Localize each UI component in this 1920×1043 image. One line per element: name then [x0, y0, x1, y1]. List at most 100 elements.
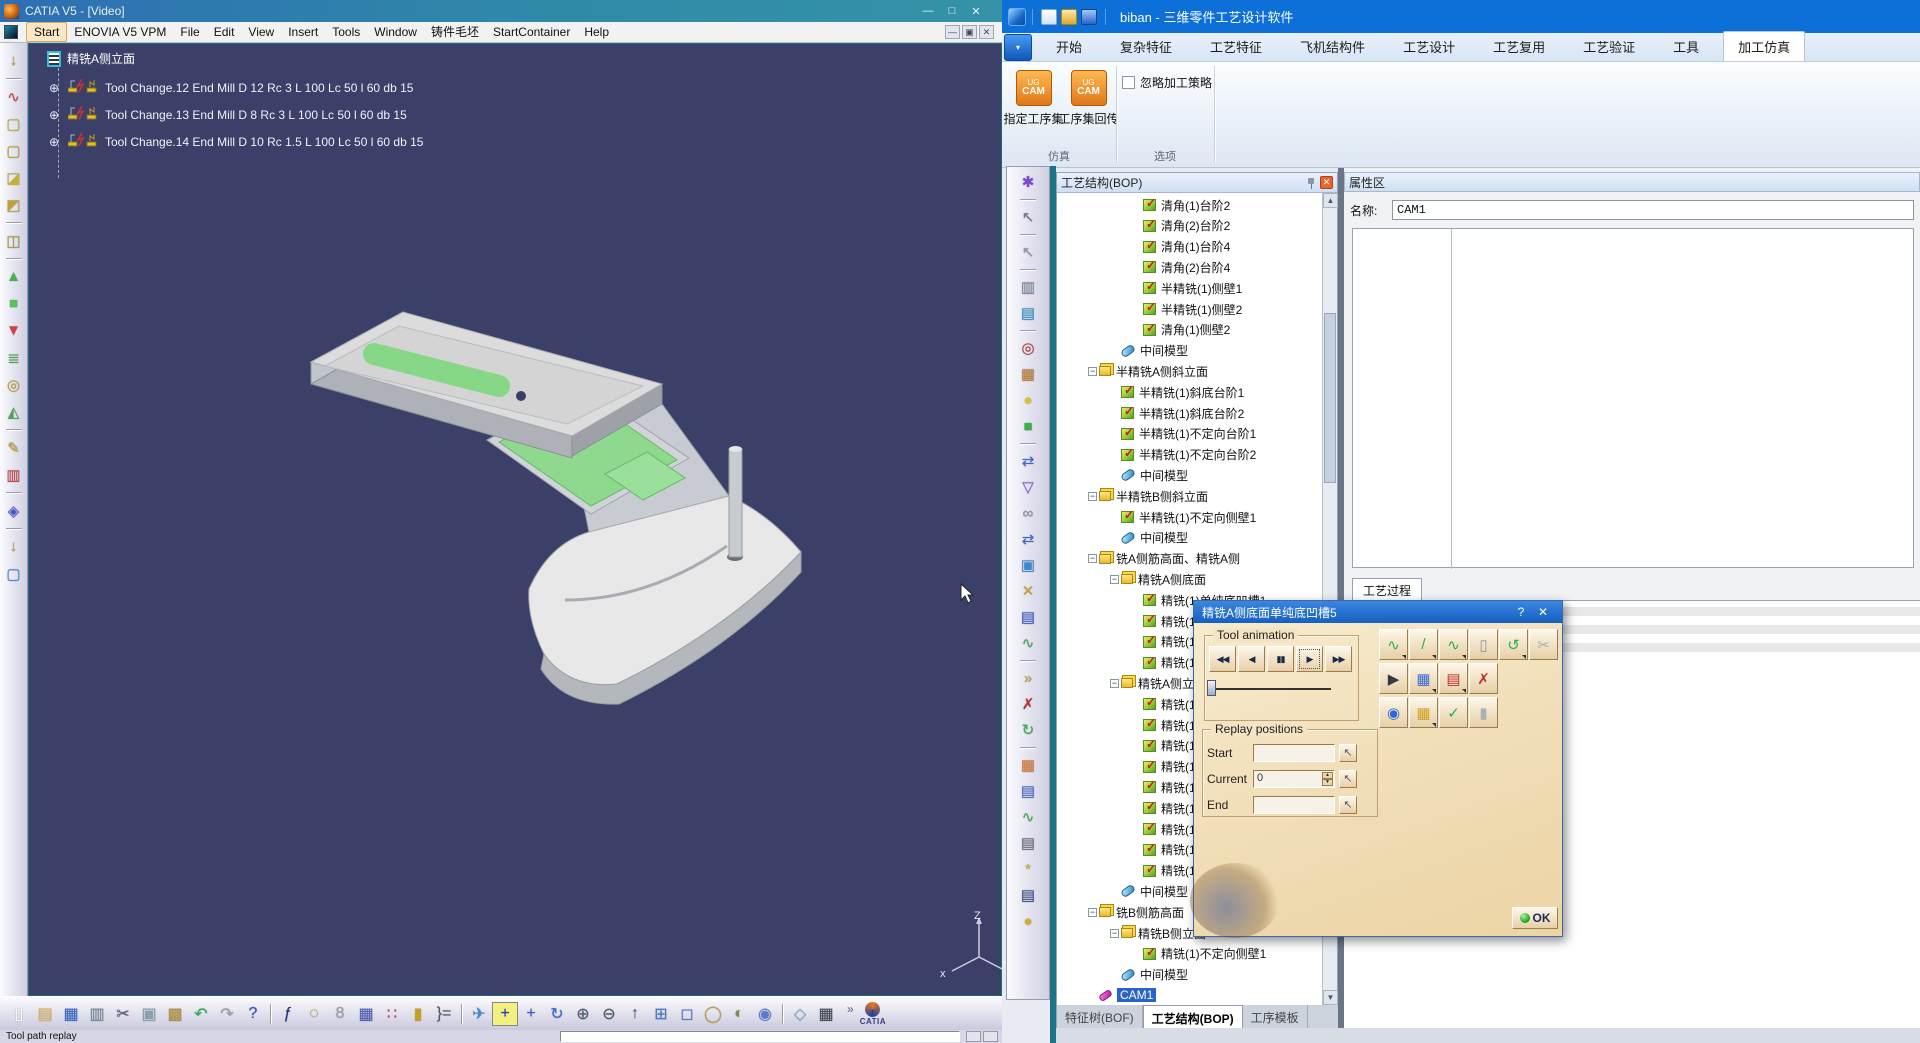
profile-contouring-icon[interactable]: ◩: [3, 191, 25, 218]
animation-slider-track[interactable]: [1211, 688, 1331, 690]
iso-view-icon[interactable]: ◻: [674, 1002, 700, 1026]
design-table-icon[interactable]: ▦: [353, 1002, 379, 1026]
ribbon-tab-2[interactable]: 复杂特征: [1106, 32, 1186, 61]
checkbox-box[interactable]: [1122, 76, 1135, 89]
pillar-machining-icon[interactable]: ▥: [3, 461, 25, 488]
menu-item-8[interactable]: Window: [367, 23, 424, 41]
normal-view-icon[interactable]: ↑: [622, 1002, 648, 1026]
ribbon-tab-1[interactable]: 开始: [1042, 32, 1096, 61]
spiral-milling-icon[interactable]: ◎: [3, 371, 25, 398]
assign-opset-button[interactable]: UG CAM 指定工序集: [1006, 66, 1061, 148]
tree-item[interactable]: 半精铣(1)不定向侧壁1: [1110, 507, 1256, 527]
tree-item[interactable]: 精铣(1): [1132, 798, 1200, 818]
scroll-thumb[interactable]: [1324, 313, 1336, 483]
tree-item[interactable]: 中间模型: [1110, 881, 1188, 901]
tree-bottom-tab-2[interactable]: 工艺结构(BOP): [1143, 1005, 1243, 1029]
multi-level-icon[interactable]: ≣: [3, 344, 25, 371]
ignore-strategy-checkbox[interactable]: 忽略加工策略: [1122, 74, 1212, 91]
tool-change-icon[interactable]: ↓: [3, 47, 25, 74]
status-input[interactable]: [560, 1031, 960, 1042]
mdi-restore-button[interactable]: ▣: [962, 25, 977, 39]
spec-tree-node[interactable]: ⊕Tool Change.12 End Mill D 12 Rc 3 L 100…: [49, 78, 413, 98]
copy-cam-icon[interactable]: ▣: [1017, 552, 1039, 578]
tree-item[interactable]: 半精铣(1)侧壁1: [1132, 278, 1242, 298]
green-block-icon[interactable]: ■: [1017, 413, 1039, 439]
collapse-icon[interactable]: −: [1110, 575, 1119, 584]
tree-item[interactable]: 精铣(1): [1132, 777, 1200, 797]
pocketing-open-icon[interactable]: ▢: [3, 137, 25, 164]
print-icon[interactable]: ▥: [84, 1002, 110, 1026]
pan-icon[interactable]: +: [518, 1002, 544, 1026]
toolpath-curve-icon[interactable]: ↺: [1499, 629, 1528, 660]
current-input[interactable]: 0▲▼: [1253, 770, 1335, 788]
undo-icon[interactable]: ↶: [188, 1002, 214, 1026]
tree-item[interactable]: −精铣A侧立面: [1110, 673, 1206, 693]
analysis-machine-icon[interactable]: ✱: [1017, 169, 1039, 195]
isoparametric-icon[interactable]: ◭: [3, 398, 25, 425]
tree-item[interactable]: 中间模型: [1110, 465, 1188, 485]
tree-item[interactable]: 精铣(1): [1132, 611, 1200, 631]
select-cursor-icon[interactable]: ↖: [1017, 239, 1039, 265]
table-icon[interactable]: ▦: [813, 1002, 839, 1026]
opset-return-button[interactable]: UG CAM 工序集回传: [1061, 66, 1116, 148]
spec-tree-node[interactable]: ⊕Tool Change.13 End Mill D 8 Rc 3 L 100 …: [49, 105, 407, 125]
menu-item-5[interactable]: View: [241, 23, 281, 41]
fly-mode-icon[interactable]: ✈: [466, 1002, 492, 1026]
dialog-titlebar[interactable]: 精铣A侧底面单纯底凹槽5 ? ✕: [1194, 601, 1562, 623]
chain-icon[interactable]: ∞: [1017, 500, 1039, 526]
tree-item[interactable]: 清角(1)台阶2: [1132, 195, 1230, 215]
fit-all-icon[interactable]: +: [492, 1002, 518, 1026]
step-back-button[interactable]: ◀: [1238, 646, 1265, 672]
formula-icon[interactable]: ƒ: [275, 1002, 301, 1026]
minimize-button[interactable]: —: [920, 5, 936, 18]
catia-3d-viewport[interactable]: 精铣A侧立面 Z x y ⊕Tool Change.12 End Mill D …: [28, 43, 1002, 996]
tree-item[interactable]: 中间模型: [1110, 965, 1188, 985]
ribbon-tab-6[interactable]: 工艺复用: [1479, 32, 1559, 61]
expand-node-icon[interactable]: ⊕: [49, 108, 63, 122]
dialog-close-icon[interactable]: ✕: [1532, 605, 1554, 619]
tree-item[interactable]: 半精铣(1)侧壁2: [1132, 299, 1242, 319]
ribbon-tab-7[interactable]: 工艺验证: [1569, 32, 1649, 61]
spec-tree-root[interactable]: 精铣A侧立面: [47, 50, 135, 67]
tree-item[interactable]: 精铣(1): [1132, 694, 1200, 714]
tree-item[interactable]: 中间模型: [1110, 341, 1188, 361]
ribbon-tab-9[interactable]: 加工仿真: [1723, 31, 1805, 61]
name-input[interactable]: CAM1: [1392, 200, 1914, 220]
scroll-down-icon[interactable]: ▼: [1323, 990, 1338, 1005]
zoom-out-icon[interactable]: ⊖: [596, 1002, 622, 1026]
relations-graph-icon[interactable]: ∷: [379, 1002, 405, 1026]
cut-icon[interactable]: ✂: [110, 1002, 136, 1026]
mdi-minimize-button[interactable]: —: [945, 25, 960, 39]
end-pick-icon[interactable]: ↖: [1339, 796, 1357, 814]
comment-icon[interactable]: ◌: [301, 1002, 327, 1026]
eraser-icon[interactable]: ◇: [787, 1002, 813, 1026]
pencil-operation-icon[interactable]: ✎: [3, 434, 25, 461]
ribbon-app-button[interactable]: ▾: [1004, 34, 1032, 61]
tree-item[interactable]: 精铣(1): [1132, 736, 1200, 756]
toolbar-overflow-icon[interactable]: »: [847, 1002, 854, 1016]
sweeping-icon[interactable]: ◫: [3, 227, 25, 254]
roughing-icon[interactable]: ▲: [3, 263, 25, 290]
menu-item-10[interactable]: StartContainer: [486, 23, 577, 41]
menu-item-3[interactable]: File: [173, 23, 206, 41]
toolpath-vertical-icon[interactable]: ∿: [1439, 629, 1468, 660]
paste-icon[interactable]: ▩: [162, 1002, 188, 1026]
drill-sequence-icon[interactable]: ↓: [3, 533, 25, 560]
redo-icon[interactable]: ↷: [214, 1002, 240, 1026]
render-style-icon[interactable]: ◯: [700, 1002, 726, 1026]
tree-item[interactable]: 精铣(1)不定向侧壁1: [1132, 944, 1266, 964]
tree-item[interactable]: −半精铣A侧斜立面: [1088, 361, 1208, 381]
report-doc-icon[interactable]: ▤: [1017, 830, 1039, 856]
photo-tools-icon[interactable]: ✂: [1529, 629, 1558, 660]
collapse-icon[interactable]: −: [1088, 554, 1097, 563]
pause-button[interactable]: ▮▮: [1267, 646, 1294, 672]
spec-tree-node[interactable]: ⊕Tool Change.14 End Mill D 10 Rc 1.5 L 1…: [49, 132, 423, 152]
collapse-icon[interactable]: −: [1110, 929, 1119, 938]
collapse-icon[interactable]: −: [1088, 492, 1097, 501]
new-file-icon[interactable]: ▯: [6, 1002, 32, 1026]
tree-item[interactable]: 清角(2)台阶2: [1132, 216, 1230, 236]
tree-item[interactable]: 清角(2)台阶4: [1132, 257, 1230, 277]
skip-to-start-button[interactable]: ◀◀: [1209, 646, 1236, 672]
lock-icon[interactable]: ▮: [405, 1002, 431, 1026]
tree-item[interactable]: −精铣B侧立面: [1110, 923, 1206, 943]
